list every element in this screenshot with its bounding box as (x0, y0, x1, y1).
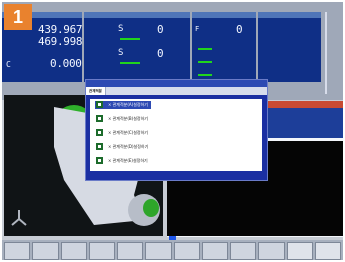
spindle-panel-header (84, 12, 190, 18)
cycle-icon (96, 143, 103, 150)
c-axis-value: 0.000 (50, 57, 82, 70)
softkey-9[interactable] (230, 242, 257, 260)
cycle-icon (96, 157, 103, 164)
cycle-icon (96, 129, 103, 136)
softkey-11[interactable] (286, 242, 313, 260)
softkey-7[interactable] (173, 242, 200, 260)
spindle-s2-bar (120, 62, 140, 64)
spindle-s-bar (120, 38, 140, 40)
softkey-12[interactable] (314, 242, 341, 260)
z-axis-value: 469.998 (38, 35, 82, 48)
cycle-icon (96, 115, 103, 122)
spindle-panel: S 0 S 0 (84, 12, 190, 82)
feed-f-value: 0 (236, 23, 243, 36)
feed-bar-1 (198, 48, 212, 50)
tab-cycle[interactable]: 관계적분 (86, 87, 106, 95)
modal-panel-header (258, 12, 321, 18)
c-axis-label: C (6, 60, 11, 69)
step-number-badge: 1 (4, 4, 32, 30)
feed-bar-2 (198, 61, 212, 63)
spindle-s2-value: 0 (157, 47, 164, 60)
cycle-item-label: × 관계적분(E)설정하기 (108, 158, 148, 163)
dialog-tabs: 관계적분 (86, 87, 267, 95)
dialog-footer (86, 172, 267, 180)
cycle-selection-dialog: 관계적분 × 관계적분(A)설정하기 × 관계적분(B)설정하기 × 관계적분(… (85, 79, 268, 181)
workpiece-green-end (143, 199, 159, 217)
softkey-6[interactable] (145, 242, 172, 260)
feed-bar-3 (198, 74, 212, 76)
screen: 439.967 469.998 C 0.000 S 0 S 0 F 0 1 관계… (0, 0, 345, 262)
spindle-s-value: 0 (157, 23, 164, 36)
spindle-s-label: S (118, 24, 124, 34)
softkey-2[interactable] (32, 242, 59, 260)
softkey-5[interactable] (117, 242, 144, 260)
feed-f-label: F (195, 25, 199, 33)
softkey-10[interactable] (258, 242, 285, 260)
softkey-4[interactable] (88, 242, 115, 260)
softkey-bar (2, 240, 343, 260)
softkey-1[interactable] (4, 242, 31, 260)
cycle-icon (96, 101, 103, 108)
spindle-s2-label: S (118, 48, 124, 58)
cycle-item-label: × 관계적분(C)설정하기 (108, 130, 148, 135)
feed-panel-header (192, 12, 256, 18)
cnc-monitor: 439.967 469.998 C 0.000 S 0 S 0 F 0 1 관계… (2, 2, 343, 260)
cycle-item-label: × 관계적분(B)설정하기 (108, 116, 148, 121)
cycle-list: × 관계적분(A)설정하기 × 관계적분(B)설정하기 × 관계적분(C)설정하… (90, 99, 262, 171)
axis-indicator-icon (11, 210, 27, 226)
cycle-item-label: × 관계적분(A)설정하기 (108, 102, 148, 107)
cycle-item-label: × 관계적분(D)설정하기 (108, 144, 149, 149)
softkey-8[interactable] (201, 242, 228, 260)
dialog-title (86, 80, 267, 87)
feed-panel: F 0 (192, 12, 256, 82)
softkey-3[interactable] (60, 242, 87, 260)
right-divider (325, 12, 327, 94)
x-axis-value: 439.967 (38, 23, 82, 36)
modal-info-panel (258, 12, 321, 82)
